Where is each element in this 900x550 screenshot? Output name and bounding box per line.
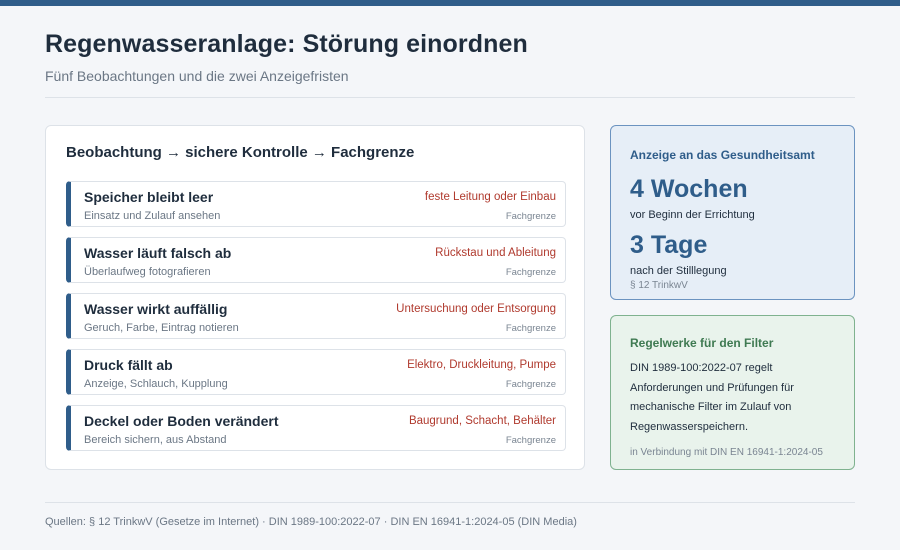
observation-panel-heading: Beobachtung → sichere Kontrolle → Fachgr…: [66, 144, 415, 161]
header-divider: [45, 97, 855, 98]
filter-text: DIN 1989-100:2022-07 regelt Anforderunge…: [630, 362, 794, 433]
observation-title: Speicher bleibt leer: [84, 189, 214, 205]
observation-limit: Elektro, Druckleitung, Pumpe: [407, 359, 556, 371]
filter-note: in Verbindung mit DIN EN 16941-1:2024-05: [630, 447, 823, 458]
observation-item: Wasser wirkt auffällig Geruch, Farbe, Ei…: [66, 293, 566, 339]
observation-check: Geruch, Farbe, Eintrag notieren: [84, 322, 239, 334]
observation-tag: Fachgrenze: [505, 211, 556, 222]
observation-check: Bereich sichern, aus Abstand: [84, 434, 227, 446]
observation-check: Überlaufweg fotografieren: [84, 266, 211, 278]
notice-deadline-decommission-desc: nach der Stilllegung: [630, 265, 727, 277]
notice-deadline-construction-desc: vor Beginn der Errichtung: [630, 209, 755, 221]
observation-title: Wasser läuft falsch ab: [84, 245, 232, 261]
notice-deadline-construction: 4 Wochen: [630, 175, 748, 203]
observation-limit: Baugrund, Schacht, Behälter: [408, 415, 556, 427]
observation-title: Druck fällt ab: [84, 357, 173, 373]
observation-limit: Untersuchung oder Entsorgung: [396, 303, 556, 315]
page-subtitle: Fünf Beobachtungen und die zwei Anzeigef…: [45, 68, 349, 84]
observation-tag: Fachgrenze: [505, 323, 556, 334]
top-accent-bar: [0, 0, 900, 6]
observation-check: Anzeige, Schlauch, Kupplung: [84, 378, 228, 390]
observation-limit: Rückstau und Ableitung: [435, 247, 556, 259]
page-header: Regenwasseranlage: Störung einordnen Fün…: [45, 30, 855, 84]
filter-heading: Regelwerke für den Filter: [630, 336, 774, 350]
health-office-notice-box: Anzeige an das Gesundheitsamt 4 Wochen v…: [610, 125, 855, 300]
observation-tag: Fachgrenze: [505, 379, 556, 390]
page-title: Regenwasseranlage: Störung einordnen: [45, 30, 528, 58]
observation-item: Speicher bleibt leer Einsatz und Zulauf …: [66, 181, 566, 227]
footer-sources: Quellen: § 12 TrinkwV (Gesetze im Intern…: [45, 516, 577, 528]
observation-item: Druck fällt ab Anzeige, Schlauch, Kupplu…: [66, 349, 566, 395]
filter-standards-box: Regelwerke für den Filter DIN 1989-100:2…: [610, 315, 855, 470]
observation-tag: Fachgrenze: [505, 267, 556, 278]
notice-source: § 12 TrinkwV: [630, 280, 688, 291]
observation-title: Wasser wirkt auffällig: [84, 301, 228, 317]
observation-limit: feste Leitung oder Einbau: [424, 191, 556, 203]
observation-check: Einsatz und Zulauf ansehen: [84, 210, 221, 222]
observation-tag: Fachgrenze: [505, 435, 556, 446]
observation-title: Deckel oder Boden verändert: [84, 413, 279, 429]
notice-deadline-decommission: 3 Tage: [630, 231, 708, 259]
notice-heading: Anzeige an das Gesundheitsamt: [630, 148, 815, 162]
observation-list: Speicher bleibt leer Einsatz und Zulauf …: [66, 181, 566, 461]
observation-panel: Beobachtung → sichere Kontrolle → Fachgr…: [45, 125, 585, 470]
observation-item: Wasser läuft falsch ab Überlaufweg fotog…: [66, 237, 566, 283]
observation-item: Deckel oder Boden verändert Bereich sich…: [66, 405, 566, 451]
footer-divider: [45, 502, 855, 503]
